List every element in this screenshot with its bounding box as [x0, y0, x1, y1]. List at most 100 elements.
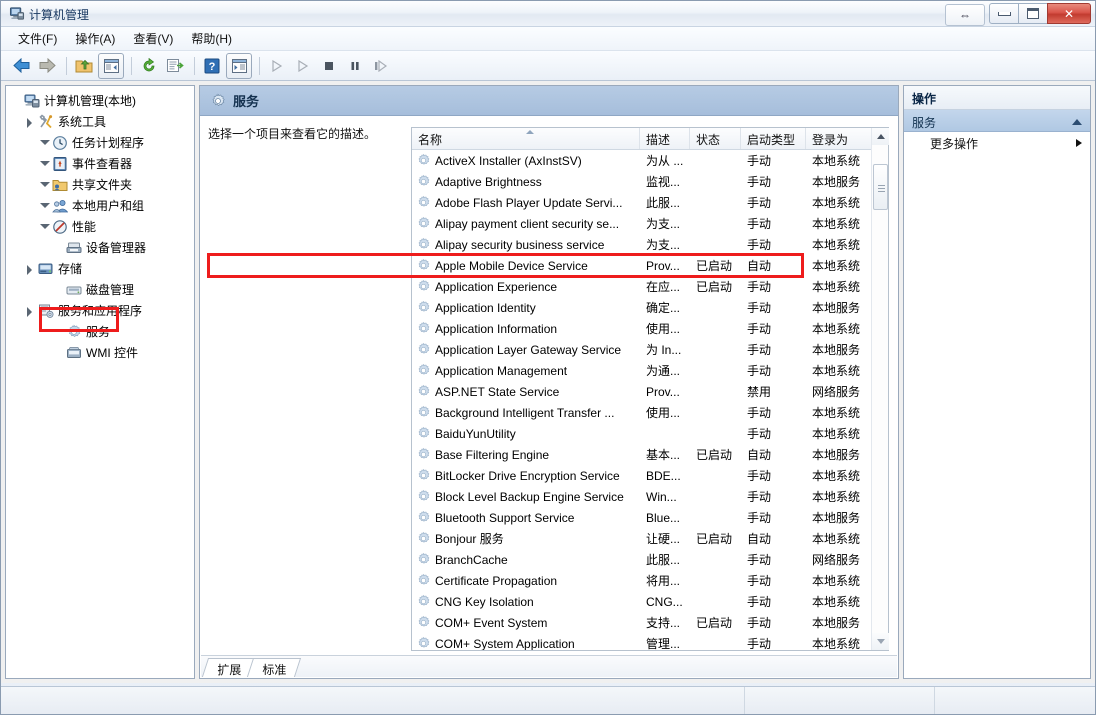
table-row[interactable]: Application Identity确定...手动本地服务: [412, 297, 888, 318]
table-row[interactable]: Alipay security business service为支...手动本…: [412, 234, 888, 255]
service-description: 为从 ...: [640, 152, 690, 169]
actions-pane-title: 操作: [904, 86, 1090, 110]
tree-item-performance[interactable]: 性能: [10, 216, 194, 237]
tab-standard-label: 标准: [262, 661, 286, 678]
actions-group-services[interactable]: 服务: [904, 110, 1090, 132]
table-row[interactable]: Application Layer Gateway Service 为 In...…: [412, 339, 888, 360]
twisty-collapsed-icon[interactable]: [38, 178, 51, 191]
action-more-actions[interactable]: 更多操作: [904, 132, 1090, 154]
table-row[interactable]: Application Management为通...手动本地系统: [412, 360, 888, 381]
table-row[interactable]: Application Experience在应...已启动手动本地系统: [412, 276, 888, 297]
tree-item-label: 共享文件夹: [72, 176, 132, 193]
tree-item-local-users-and-groups[interactable]: 本地用户和组: [10, 195, 194, 216]
table-row[interactable]: Background Intelligent Transfer ...使用...…: [412, 402, 888, 423]
table-row[interactable]: Adaptive Brightness监视...手动本地服务: [412, 171, 888, 192]
menu-view[interactable]: 查看(V): [124, 27, 182, 50]
tree-item-computer-management[interactable]: 计算机管理(本地): [10, 90, 194, 111]
menu-file[interactable]: 文件(F): [9, 27, 66, 50]
twisty-expanded-icon[interactable]: [24, 115, 37, 128]
table-row[interactable]: Alipay payment client security se...为支..…: [412, 213, 888, 234]
services-list-scrollbar[interactable]: [871, 128, 888, 650]
table-row[interactable]: Bonjour 服务让硬...已启动自动本地系统: [412, 528, 888, 549]
tree-item-shared-folders[interactable]: 共享文件夹: [10, 174, 194, 195]
close-button[interactable]: ✕: [1047, 3, 1091, 24]
tree-item-task-scheduler[interactable]: 任务计划程序: [10, 132, 194, 153]
twisty-expanded-icon[interactable]: [24, 262, 37, 275]
service-startup-type: 手动: [741, 278, 806, 295]
table-row[interactable]: BranchCache此服...手动网络服务: [412, 549, 888, 570]
menu-help[interactable]: 帮助(H): [182, 27, 241, 50]
show-hide-console-tree-button[interactable]: [98, 53, 124, 79]
table-row[interactable]: Adobe Flash Player Update Servi...此服...手…: [412, 192, 888, 213]
column-header-log-on-as[interactable]: 登录为: [806, 128, 873, 149]
maximize-button[interactable]: [1018, 3, 1048, 24]
table-row[interactable]: BaiduYunUtility手动本地系统: [412, 423, 888, 444]
twisty-collapsed-icon[interactable]: [38, 157, 51, 170]
services-list-body[interactable]: ActiveX Installer (AxInstSV)为从 ...手动本地系统…: [412, 150, 888, 650]
service-startup-type: 手动: [741, 215, 806, 232]
menu-action[interactable]: 操作(A): [66, 27, 124, 50]
twisty-collapsed-icon[interactable]: [38, 136, 51, 149]
restart-service-button[interactable]: [369, 54, 393, 78]
table-row[interactable]: ASP.NET State ServiceProv...禁用网络服务: [412, 381, 888, 402]
tree-item-disk-management[interactable]: 磁盘管理: [10, 279, 194, 300]
service-name: ASP.NET State Service: [412, 384, 640, 399]
table-row[interactable]: Apple Mobile Device ServiceProv...已启动自动本…: [412, 255, 888, 276]
start-service-button[interactable]: [265, 54, 289, 78]
tree-item-device-manager[interactable]: 设备管理器: [10, 237, 194, 258]
service-description: 为 In...: [640, 341, 690, 358]
table-row[interactable]: Certificate Propagation将用...手动本地系统: [412, 570, 888, 591]
restore-down-button[interactable]: ⇔: [945, 4, 985, 26]
table-row[interactable]: COM+ System Application管理...手动本地系统: [412, 633, 888, 650]
export-list-button[interactable]: [163, 54, 187, 78]
resume-service-button[interactable]: [291, 54, 315, 78]
table-row[interactable]: Application Information使用...手动本地系统: [412, 318, 888, 339]
scrollbar-thumb[interactable]: [873, 164, 888, 210]
column-header-description[interactable]: 描述: [640, 128, 690, 149]
scroll-up-button[interactable]: [872, 128, 889, 145]
minimize-icon: [998, 12, 1011, 16]
forward-button[interactable]: [35, 54, 59, 78]
table-row[interactable]: Base Filtering Engine基本...已启动自动本地服务: [412, 444, 888, 465]
service-name-label: Application Layer Gateway Service: [435, 343, 621, 357]
table-row[interactable]: COM+ Event System支持...已启动手动本地服务: [412, 612, 888, 633]
table-row[interactable]: ActiveX Installer (AxInstSV)为从 ...手动本地系统: [412, 150, 888, 171]
tree-item-label: 性能: [72, 218, 96, 235]
tree-item-label: 磁盘管理: [86, 281, 134, 298]
chevron-up-icon[interactable]: [1072, 119, 1082, 125]
tree-item-services-and-applications[interactable]: 服务和应用程序: [10, 300, 194, 321]
tab-standard[interactable]: 标准: [247, 658, 301, 677]
help-button[interactable]: ?: [200, 54, 224, 78]
stop-service-button[interactable]: [317, 54, 341, 78]
column-header-startup-type[interactable]: 启动类型: [741, 128, 806, 149]
services-list[interactable]: 名称 描述 状态 启动类型 登录为 Acti: [411, 127, 889, 651]
column-header-status[interactable]: 状态: [690, 128, 741, 149]
tree-item-system-tools[interactable]: 系统工具: [10, 111, 194, 132]
tree-item-event-viewer[interactable]: 事件查看器: [10, 153, 194, 174]
tree-item-services[interactable]: 服务: [10, 321, 194, 342]
twisty-expanded-icon[interactable]: [24, 304, 37, 317]
tree-item-wmi-control[interactable]: WMI 控件: [10, 342, 194, 363]
table-row[interactable]: BitLocker Drive Encryption ServiceBDE...…: [412, 465, 888, 486]
table-row[interactable]: CNG Key IsolationCNG...手动本地系统: [412, 591, 888, 612]
tree-item-storage[interactable]: 存储: [10, 258, 194, 279]
toolbar-separator-2: [131, 57, 132, 75]
console-tree-pane[interactable]: 计算机管理(本地) 系统工具: [5, 85, 195, 679]
minimize-button[interactable]: [989, 3, 1019, 24]
show-action-pane-button[interactable]: [226, 53, 252, 79]
column-header-name[interactable]: 名称: [412, 128, 640, 149]
twisty-collapsed-icon[interactable]: [38, 199, 51, 212]
twisty-collapsed-icon[interactable]: [38, 220, 51, 233]
back-button[interactable]: [9, 54, 33, 78]
scroll-down-button[interactable]: [872, 633, 889, 650]
service-name: Certificate Propagation: [412, 573, 640, 588]
table-row[interactable]: Block Level Backup Engine ServiceWin...手…: [412, 486, 888, 507]
service-log-on-as: 本地服务: [806, 299, 873, 316]
table-row[interactable]: Bluetooth Support ServiceBlue...手动本地服务: [412, 507, 888, 528]
service-name-label: Application Identity: [435, 301, 536, 315]
menu-bar: 文件(F) 操作(A) 查看(V) 帮助(H): [1, 27, 1095, 51]
up-one-level-button[interactable]: [72, 54, 96, 78]
service-name-label: COM+ Event System: [435, 616, 547, 630]
pause-service-button[interactable]: [343, 54, 367, 78]
refresh-button[interactable]: [137, 54, 161, 78]
